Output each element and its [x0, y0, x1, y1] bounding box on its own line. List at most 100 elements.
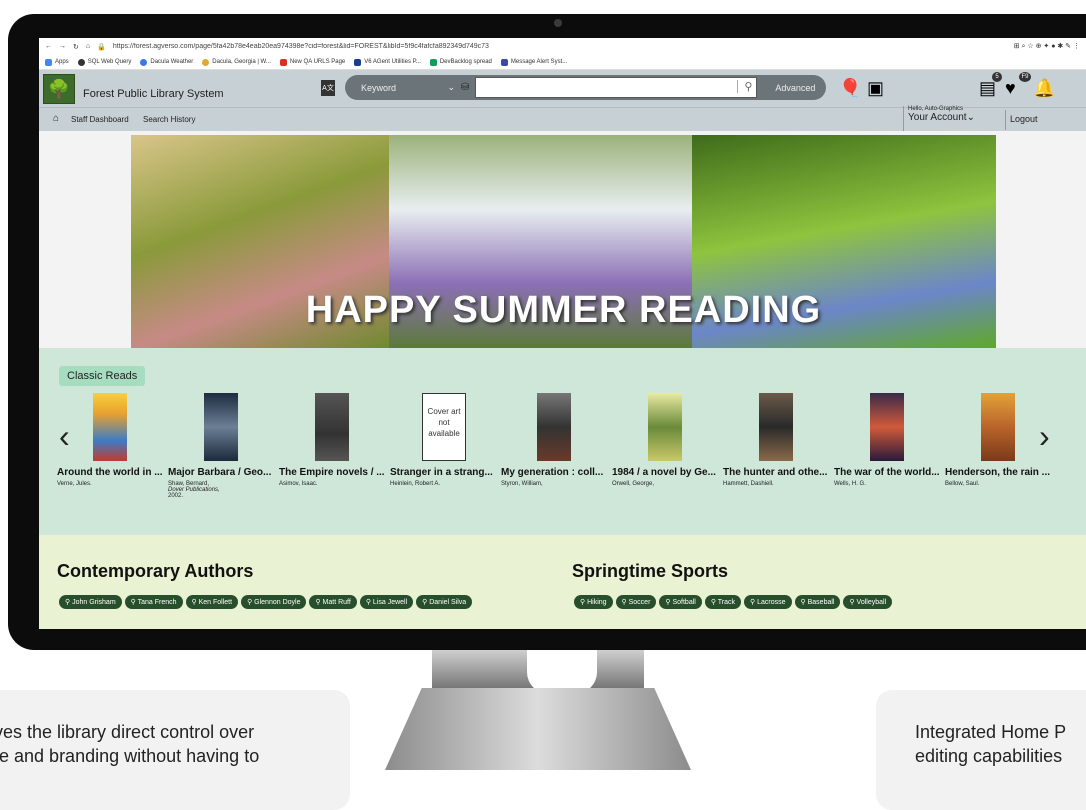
book-title[interactable]: Around the world in ...: [57, 467, 169, 478]
book-item[interactable]: My generation : coll... Styron, William,: [501, 393, 613, 487]
bookmark-sql-web-query[interactable]: SQL Web Query: [77, 58, 131, 66]
search-type-select[interactable]: Keyword ⌄: [361, 82, 455, 93]
book-title[interactable]: My generation : coll...: [501, 467, 613, 478]
sport-chip[interactable]: ⚲ Hiking: [574, 595, 613, 609]
caption-card-left: gives the library direct control over ac…: [0, 690, 350, 810]
book-title[interactable]: Henderson, the rain ...: [945, 467, 1057, 478]
bookmark-v6-agent-utilities[interactable]: V6 AGent Utilities P...: [354, 58, 421, 66]
book-cover[interactable]: [204, 393, 238, 461]
book-item[interactable]: The Empire novels / ... Asimov, Isaac.: [279, 393, 391, 487]
balloon-icon[interactable]: 🎈: [839, 78, 861, 99]
book-author: Styron, William,: [501, 481, 543, 487]
book-title[interactable]: Stranger in a strang...: [390, 467, 502, 478]
chevron-down-icon: ⌄: [966, 112, 975, 123]
monitor-stand-notch: [527, 650, 597, 694]
bookmark-qa-urls[interactable]: New QA URLS Page: [279, 58, 345, 66]
author-chip[interactable]: ⚲ Glennon Doyle: [241, 595, 307, 609]
book-title[interactable]: The hunter and othe...: [723, 467, 835, 478]
book-title[interactable]: The Empire novels / ...: [279, 467, 391, 478]
summer-reading-banner[interactable]: HAPPY SUMMER READING: [131, 135, 996, 348]
book-title[interactable]: The war of the world...: [834, 467, 946, 478]
search-area: A文 Keyword ⌄ ⛁ ⚲ Advanced: [321, 75, 826, 100]
book-item[interactable]: Henderson, the rain ... Bellow, Saul.: [945, 393, 1057, 487]
browser-toolbar: ← → ↻ ⌂ 🔒 https://forest.agverso.com/pag…: [39, 38, 1086, 55]
banner-text: HAPPY SUMMER READING: [305, 289, 822, 331]
your-account-label: Your Account: [908, 112, 967, 123]
reload-icon[interactable]: ↻: [73, 43, 79, 51]
monitor-stand-base: [385, 688, 691, 770]
home-nav-icon[interactable]: ⌂: [53, 113, 59, 124]
caption-right-line-1: Integrated Home P: [915, 722, 1067, 742]
book-cover[interactable]: [870, 393, 904, 461]
springtime-sports-title: Springtime Sports: [572, 561, 729, 581]
book-title[interactable]: 1984 / a novel by Ge...: [612, 467, 724, 478]
sport-chip[interactable]: ⚲ Baseball: [794, 595, 841, 609]
book-item[interactable]: The hunter and othe... Hammett, Dashiell…: [723, 393, 835, 487]
sport-chip[interactable]: ⚲ Soccer: [615, 595, 657, 609]
bookmarks-bar: Apps SQL Web Query Dacula Weather Dacula…: [39, 55, 1086, 70]
book-cover[interactable]: [537, 393, 571, 461]
webcam: [554, 19, 562, 27]
bookmark-devbacklog[interactable]: DevBacklog spread: [429, 58, 492, 66]
language-icon[interactable]: A文: [321, 79, 335, 96]
author-chip[interactable]: ⚲ John Grisham: [59, 595, 122, 609]
book-author: Verne, Jules.: [57, 481, 92, 487]
search-bar: Keyword ⌄ ⛁ ⚲ Advanced: [345, 75, 826, 100]
search-input[interactable]: ⚲: [475, 77, 758, 98]
book-item[interactable]: 1984 / a novel by Ge... Orwell, George,: [612, 393, 724, 487]
book-cover[interactable]: [981, 393, 1015, 461]
book-cover[interactable]: [315, 393, 349, 461]
heart-icon[interactable]: ♥: [1005, 78, 1016, 99]
bookmark-dacula-weather[interactable]: Dacula Weather: [140, 58, 193, 66]
classic-reads-carousel: Classic Reads ‹ › Around the world in ..…: [39, 348, 1086, 535]
forward-icon[interactable]: →: [59, 43, 66, 50]
sport-chip[interactable]: ⚲ Track: [704, 595, 742, 609]
book-cover[interactable]: [648, 393, 682, 461]
database-icon[interactable]: ⛁: [461, 82, 469, 93]
author-chip[interactable]: ⚲ Tana French: [124, 595, 183, 609]
search-icon[interactable]: ⚲: [737, 80, 752, 93]
staff-dashboard-link[interactable]: Staff Dashboard: [71, 115, 129, 124]
back-icon[interactable]: ←: [45, 43, 52, 50]
book-item[interactable]: Cover art not available Stranger in a st…: [390, 393, 502, 487]
book-item[interactable]: Around the world in ... Verne, Jules.: [57, 393, 169, 487]
bookmark-message-alert[interactable]: Message Alert Syst...: [500, 58, 567, 66]
library-header: 🌳 Forest Public Library System A文 Keywor…: [39, 70, 1086, 107]
sport-chip[interactable]: ⚲ Lacrosse: [744, 595, 792, 609]
author-chip[interactable]: ⚲ Matt Ruff: [309, 595, 357, 609]
book-cover[interactable]: [93, 393, 127, 461]
book-author: Asimov, Isaac.: [279, 481, 318, 487]
bell-icon[interactable]: 🔔: [1033, 78, 1055, 99]
book-title[interactable]: Major Barbara / Geo...: [168, 467, 280, 478]
sport-chip[interactable]: ⚲ Softball: [659, 595, 702, 609]
bookmark-apps[interactable]: Apps: [45, 58, 69, 66]
bookmark-dacula-georgia[interactable]: Dacula, Georgia | W...: [202, 58, 271, 66]
lock-icon: 🔒: [97, 43, 106, 51]
contemporary-author-chips: ⚲ John Grisham ⚲ Tana French ⚲ Ken Folle…: [59, 595, 473, 609]
book-year: 2002.: [168, 493, 184, 499]
search-history-link[interactable]: Search History: [143, 115, 195, 124]
book-author: Hammett, Dashiell.: [723, 481, 774, 487]
address-bar[interactable]: https://forest.agverso.com/page/5fa42b78…: [113, 43, 1007, 50]
sport-chip[interactable]: ⚲ Volleyball: [843, 595, 893, 609]
reader-icon[interactable]: ▣: [867, 78, 884, 99]
book-item[interactable]: Major Barbara / Geo... Shaw, Bernard, Do…: [168, 393, 280, 499]
author-chip[interactable]: ⚲ Ken Follett: [185, 595, 239, 609]
favorites-badge: F9: [1019, 72, 1031, 82]
no-cover-placeholder[interactable]: Cover art not available: [422, 393, 466, 461]
library-logo[interactable]: 🌳: [43, 74, 75, 104]
book-author: Bellow, Saul.: [945, 481, 980, 487]
home-icon[interactable]: ⌂: [86, 43, 90, 50]
author-chip[interactable]: ⚲ Daniel Silva: [416, 595, 473, 609]
nav-bar: ⌂ Staff Dashboard Search History Hello, …: [39, 106, 1086, 131]
extension-icons[interactable]: ⊞ ⌕ ☆ ⊕ ✦ ● ✱ ✎ ⋮: [1014, 42, 1080, 51]
author-chip[interactable]: ⚲ Lisa Jewell: [359, 595, 414, 609]
logout-button[interactable]: Logout: [1005, 110, 1038, 130]
advanced-search-link[interactable]: Advanced: [763, 83, 815, 93]
caption-right-line-2: editing capabilities: [915, 746, 1063, 766]
book-item[interactable]: The war of the world... Wells, H. G.: [834, 393, 946, 487]
book-author: Heinlein, Robert A.: [390, 481, 441, 487]
book-cover[interactable]: [759, 393, 793, 461]
monitor-frame: ← → ↻ ⌂ 🔒 https://forest.agverso.com/pag…: [8, 14, 1086, 650]
account-menu[interactable]: Hello, Auto-Graphics Your Account⌄: [903, 106, 975, 131]
